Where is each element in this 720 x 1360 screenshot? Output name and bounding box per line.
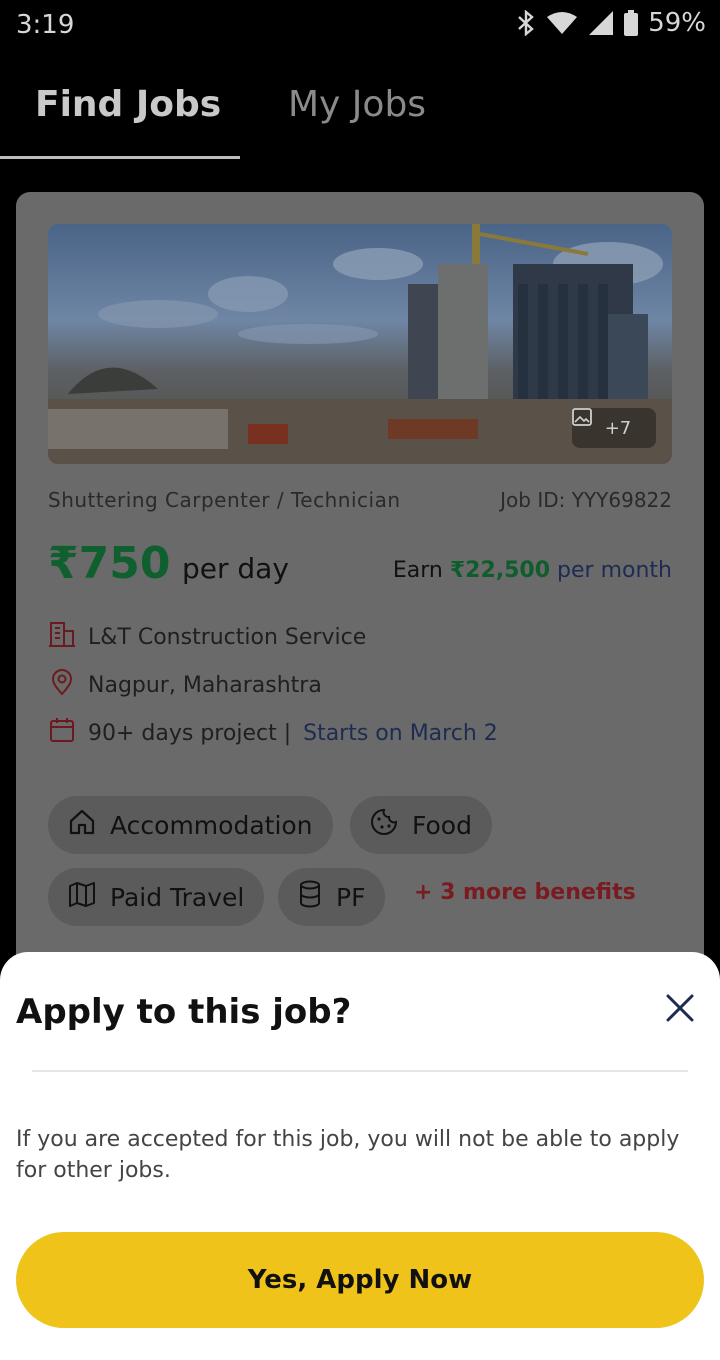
battery-percent: 59%	[648, 8, 706, 38]
tab-active-indicator	[0, 156, 240, 159]
job-title: Shuttering Carpenter / Technician	[48, 488, 401, 512]
location-pin-icon	[48, 668, 76, 702]
photo-count-badge[interactable]: +7	[572, 408, 656, 448]
apply-now-button[interactable]: Yes, Apply Now	[16, 1232, 704, 1328]
earn-label: Earn	[392, 558, 443, 583]
company-row: L&T Construction Service	[48, 620, 366, 654]
tab-my-jobs[interactable]: My Jobs	[288, 84, 426, 125]
home-icon	[68, 808, 96, 842]
close-button[interactable]	[660, 988, 700, 1028]
wifi-icon	[546, 11, 578, 35]
more-benefits-link[interactable]: + 3 more benefits	[414, 880, 636, 905]
status-bar: 3:19 59%	[0, 0, 720, 52]
benefit-chip-pf[interactable]: PF	[278, 868, 386, 926]
start-date: Starts on March 2	[303, 720, 498, 746]
location-text: Nagpur, Maharashtra	[88, 672, 322, 698]
earn-amount: ₹22,500	[449, 558, 551, 583]
company-name: L&T Construction Service	[88, 624, 367, 650]
apply-warning-message: If you are accepted for this job, you wi…	[16, 1127, 680, 1183]
bluetooth-icon	[516, 10, 536, 36]
benefit-label: PF	[336, 882, 366, 912]
battery-icon	[624, 10, 639, 36]
benefit-label: Food	[412, 810, 472, 840]
duration-row: 90+ days project | Starts on March 2	[48, 716, 498, 750]
sheet-title: Apply to this job?	[16, 992, 352, 1032]
benefit-chip-food[interactable]: Food	[350, 796, 492, 854]
benefit-chip-paid-travel[interactable]: Paid Travel	[48, 868, 265, 926]
database-icon	[298, 880, 322, 914]
benefit-label: Paid Travel	[110, 882, 245, 912]
sheet-divider	[32, 1070, 688, 1072]
calendar-icon	[48, 716, 76, 750]
tab-find-jobs[interactable]: Find Jobs	[35, 84, 221, 125]
daily-wage: ₹750	[48, 538, 171, 589]
tab-bar: Find Jobs My Jobs	[0, 60, 720, 160]
earn-unit: per month	[557, 558, 672, 583]
map-icon	[68, 880, 96, 914]
benefit-chip-accommodation[interactable]: Accommodation	[48, 796, 333, 854]
job-site-photo[interactable]: +7	[48, 224, 672, 464]
benefit-label: Accommodation	[110, 810, 313, 840]
daily-wage-unit: per day	[182, 552, 289, 585]
signal-icon	[588, 10, 614, 36]
close-icon	[660, 994, 700, 1032]
status-icons: 59%	[516, 8, 706, 38]
apply-bottom-sheet: Apply to this job? If you are accepted f…	[0, 952, 720, 1360]
building-icon	[48, 620, 76, 654]
duration-text: 90+ days project |	[88, 720, 292, 746]
job-card[interactable]: +7 Shuttering Carpenter / Technician Job…	[16, 192, 704, 1012]
photo-count-label: +7	[604, 417, 632, 439]
monthly-earnings: Earn ₹22,500 per month	[393, 558, 672, 583]
status-time: 3:19	[16, 10, 75, 40]
location-row: Nagpur, Maharashtra	[48, 668, 322, 702]
job-id: Job ID: YYY69822	[500, 488, 672, 512]
cookie-icon	[370, 808, 398, 842]
